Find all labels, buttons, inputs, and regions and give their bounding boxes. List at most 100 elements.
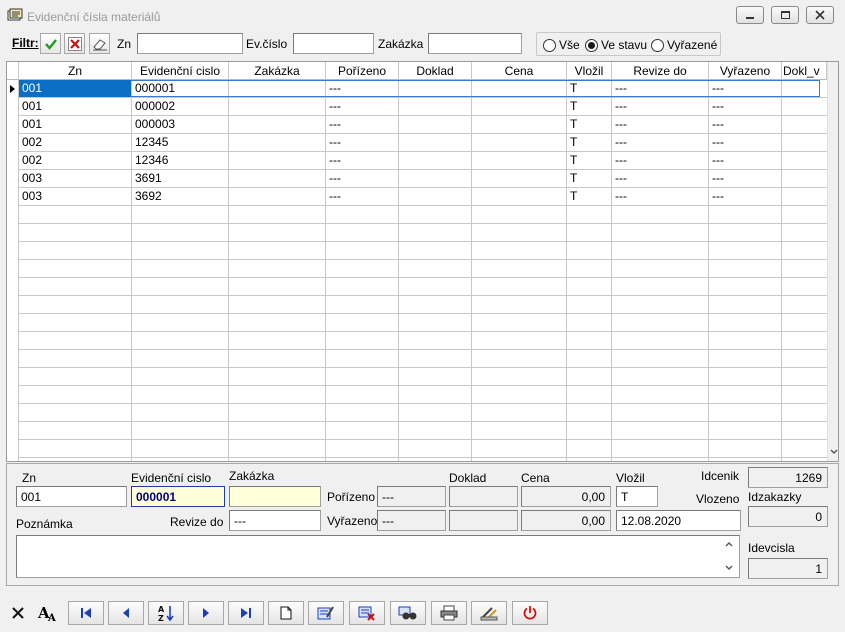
close-button[interactable] [806, 6, 834, 24]
cell-zn[interactable]: 001 [19, 98, 131, 115]
minimize-button[interactable] [736, 6, 764, 24]
radio-discarded[interactable]: Vyřazené [651, 38, 717, 52]
cell-vlo[interactable]: T [567, 152, 611, 169]
col-header-vyrazeno[interactable]: Vyřazeno [709, 62, 782, 80]
cell-dok[interactable] [399, 80, 471, 97]
data-grid[interactable]: Zn Evidenční cislo Zakázka Pořízeno Dokl… [6, 61, 839, 462]
cell-dok[interactable] [399, 116, 471, 133]
cell-por[interactable]: --- [326, 170, 398, 187]
cell-por[interactable]: --- [326, 188, 398, 205]
filter-evcislo-input[interactable] [293, 33, 374, 54]
cell-ev[interactable]: 12345 [132, 134, 228, 151]
table-row[interactable]: 001 000001 --- T --- --- [7, 80, 827, 98]
cell-zak[interactable] [229, 116, 325, 133]
cell-vyr[interactable]: --- [709, 116, 781, 133]
col-header-porizeno[interactable]: Pořízeno [326, 62, 399, 80]
exit-button[interactable] [512, 601, 548, 625]
cell-cena[interactable] [472, 134, 566, 151]
cell-zak[interactable] [229, 152, 325, 169]
cell-vyr[interactable]: --- [709, 134, 781, 151]
detail-revize-field[interactable]: --- [229, 510, 321, 531]
col-header-cena[interactable]: Cena [472, 62, 567, 80]
col-header-zn[interactable]: Zn [19, 62, 132, 80]
cell-zn[interactable]: 002 [19, 152, 131, 169]
table-row[interactable]: 003 3691 --- T --- --- [7, 170, 827, 188]
sort-button[interactable]: AZ [148, 601, 184, 625]
cell-dok[interactable] [399, 98, 471, 115]
clear-filter-button[interactable] [89, 33, 110, 54]
radio-all[interactable]: Vše [543, 38, 580, 52]
cell-dok[interactable] [399, 170, 471, 187]
cell-cena[interactable] [472, 80, 566, 97]
cell-zn[interactable]: 001 [19, 116, 131, 133]
cell-vyr[interactable]: --- [709, 80, 781, 97]
cell-dokl[interactable] [782, 98, 827, 115]
search-button[interactable] [390, 601, 426, 625]
detail-vlozil-field[interactable]: T [616, 486, 658, 507]
font-button[interactable]: AA [34, 601, 60, 625]
cell-rev[interactable]: --- [612, 152, 708, 169]
cell-ev[interactable]: 000003 [132, 116, 228, 133]
title-bar[interactable]: Evidenční čísla materiálů [0, 0, 845, 32]
cell-zn[interactable]: 003 [19, 188, 131, 205]
cell-cena[interactable] [472, 152, 566, 169]
cell-vlo[interactable]: T [567, 116, 611, 133]
col-header-dokl-v[interactable]: Dokl_v [782, 62, 827, 80]
filter-zakazka-input[interactable] [428, 33, 522, 54]
cell-dokl[interactable] [782, 170, 827, 187]
cell-por[interactable]: --- [326, 134, 398, 151]
table-row[interactable]: 003 3692 --- T --- --- [7, 188, 827, 206]
cell-ev[interactable]: 000001 [132, 80, 228, 97]
cell-dok[interactable] [399, 188, 471, 205]
cell-rev[interactable]: --- [612, 134, 708, 151]
cell-zak[interactable] [229, 188, 325, 205]
cancel-button[interactable] [6, 601, 30, 625]
cell-dokl[interactable] [782, 134, 827, 151]
cell-cena[interactable] [472, 116, 566, 133]
cell-ev[interactable]: 12346 [132, 152, 228, 169]
cell-zn[interactable]: 003 [19, 170, 131, 187]
cell-cena[interactable] [472, 98, 566, 115]
cancel-filter-button[interactable] [64, 33, 85, 54]
cell-vyr[interactable]: --- [709, 188, 781, 205]
cell-por[interactable]: --- [326, 80, 398, 97]
cell-zak[interactable] [229, 80, 325, 97]
cell-por[interactable]: --- [326, 116, 398, 133]
cell-dok[interactable] [399, 134, 471, 151]
cell-dokl[interactable] [782, 188, 827, 205]
col-header-doklad[interactable]: Doklad [399, 62, 472, 80]
cell-cena[interactable] [472, 188, 566, 205]
cell-rev[interactable]: --- [612, 116, 708, 133]
cell-zak[interactable] [229, 170, 325, 187]
table-row[interactable]: 001 000002 --- T --- --- [7, 98, 827, 116]
delete-record-button[interactable] [349, 601, 385, 625]
table-row[interactable]: 002 12345 --- T --- --- [7, 134, 827, 152]
textarea-scroll-up-icon[interactable] [725, 541, 733, 547]
cell-vlo[interactable]: T [567, 170, 611, 187]
cell-vyr[interactable]: --- [709, 98, 781, 115]
cell-vyr[interactable]: --- [709, 170, 781, 187]
apply-filter-button[interactable] [40, 33, 61, 54]
col-header-vlozil[interactable]: Vložil [567, 62, 612, 80]
detail-vlozeno-field[interactable]: 12.08.2020 [616, 510, 741, 531]
first-record-button[interactable] [68, 601, 104, 625]
table-row[interactable]: 001 000003 --- T --- --- [7, 116, 827, 134]
col-header-revize[interactable]: Revize do [612, 62, 709, 80]
maximize-button[interactable] [771, 6, 799, 24]
cell-vlo[interactable]: T [567, 134, 611, 151]
detail-zn-field[interactable]: 001 [16, 486, 127, 507]
cell-vlo[interactable]: T [567, 98, 611, 115]
cell-dokl[interactable] [782, 80, 827, 97]
tools-button[interactable] [471, 601, 507, 625]
cell-rev[interactable]: --- [612, 98, 708, 115]
cell-ev[interactable]: 3692 [132, 188, 228, 205]
detail-poznamka-textarea[interactable] [16, 535, 740, 578]
next-record-button[interactable] [188, 601, 224, 625]
cell-por[interactable]: --- [326, 152, 398, 169]
cell-rev[interactable]: --- [612, 80, 708, 97]
cell-ev[interactable]: 000002 [132, 98, 228, 115]
print-button[interactable] [431, 601, 467, 625]
cell-por[interactable]: --- [326, 98, 398, 115]
new-record-button[interactable] [268, 601, 304, 625]
table-row[interactable]: 002 12346 --- T --- --- [7, 152, 827, 170]
